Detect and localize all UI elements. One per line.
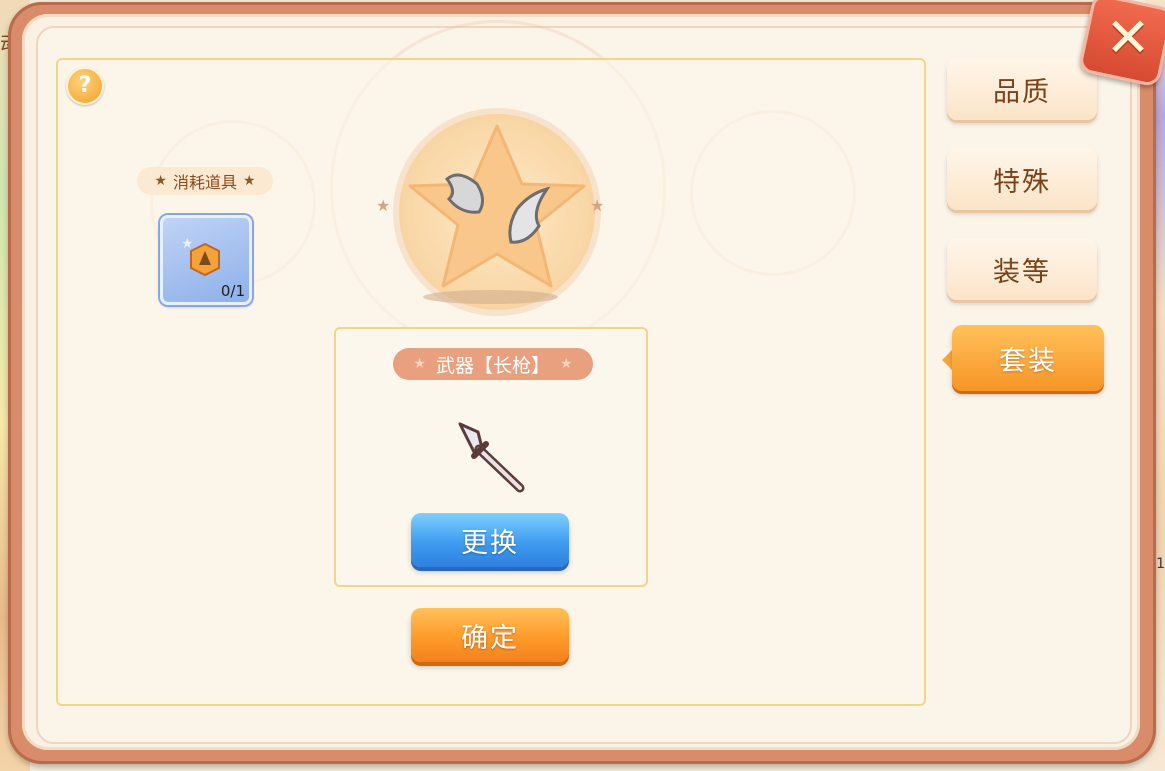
consumables-label: ★ 消耗道具 ★	[137, 167, 273, 195]
consumable-item-slot[interactable]: ★ 0/1	[160, 215, 252, 305]
confirm-button[interactable]: 确定	[411, 608, 569, 662]
help-icon[interactable]: ?	[66, 67, 104, 105]
replace-button[interactable]: 更换	[411, 513, 569, 567]
star-icon: ★	[376, 196, 391, 215]
tab-special[interactable]: 特殊	[947, 148, 1097, 210]
tab-gear-level[interactable]: 装等	[947, 238, 1097, 300]
star-icon: ★	[560, 356, 573, 372]
preview-shadow	[423, 290, 558, 304]
weapon-label: ★ 武器【长枪】 ★	[393, 348, 593, 380]
star-icon: ★	[590, 196, 605, 215]
star-icon: ★	[154, 173, 167, 189]
weapon-label-text: 武器【长枪】	[435, 354, 550, 377]
star-icon: ★	[243, 173, 256, 189]
item-count: 0/1	[220, 282, 245, 300]
background-text-right: 1	[1156, 556, 1165, 572]
consumables-label-text: 消耗道具	[172, 173, 237, 192]
star-icon: ★	[413, 356, 426, 372]
horns-icon	[444, 173, 551, 244]
close-icon[interactable]: ✕	[1093, 5, 1163, 69]
tab-quality[interactable]: 品质	[947, 58, 1097, 120]
spear-icon	[458, 422, 525, 493]
equipment-preview-circle	[393, 108, 601, 316]
tab-set[interactable]: 套装	[952, 325, 1104, 391]
